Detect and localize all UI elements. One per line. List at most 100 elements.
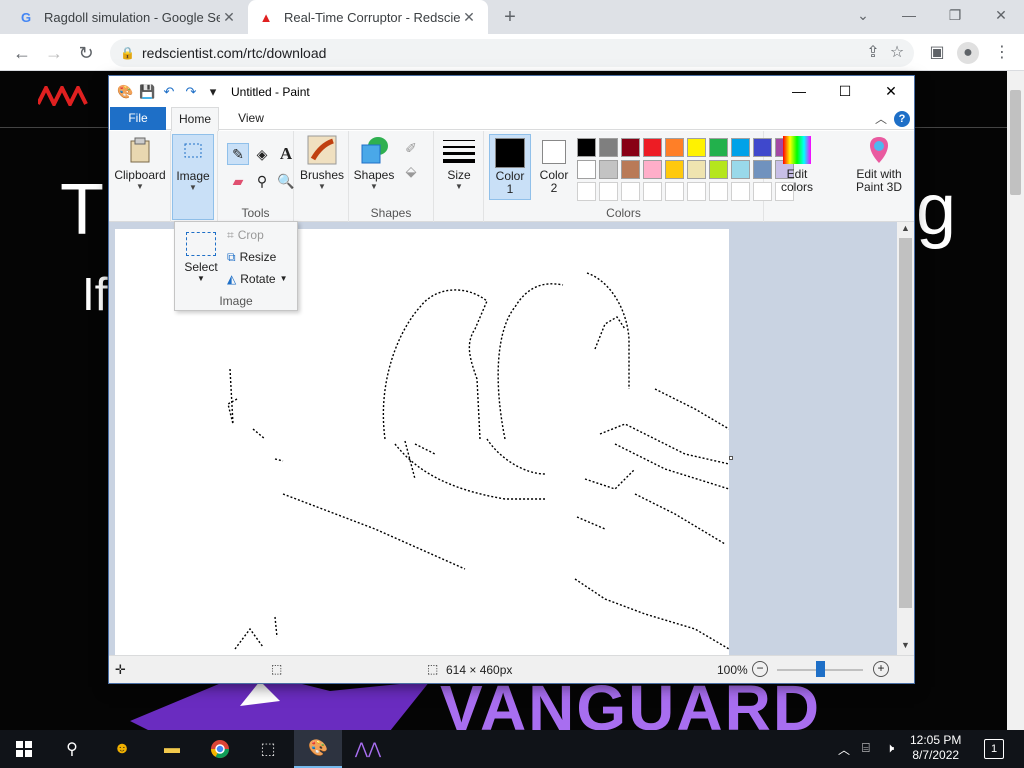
custom-color-swatch[interactable] xyxy=(687,182,706,201)
palette-row1-swatch[interactable] xyxy=(687,138,706,157)
back-button[interactable]: ← xyxy=(10,41,34,65)
color-picker-tool-icon[interactable]: ⚲ xyxy=(251,170,273,192)
size-button[interactable]: Size ▼ xyxy=(438,134,480,191)
brushes-button[interactable]: Brushes ▼ xyxy=(298,134,346,191)
volume-icon[interactable]: 🕨 xyxy=(886,740,894,756)
close-tab-icon[interactable]: ✕ xyxy=(460,9,478,26)
menu-kebab-icon[interactable]: ⋮ xyxy=(991,42,1013,64)
sun-app-icon[interactable]: ☻ xyxy=(98,730,146,768)
palette-row1-swatch[interactable] xyxy=(665,138,684,157)
fill-shape-icon[interactable]: ⬙ xyxy=(400,160,422,182)
custom-color-swatch[interactable] xyxy=(731,182,750,201)
view-tab[interactable]: View xyxy=(229,107,273,130)
custom-color-swatch[interactable] xyxy=(665,182,684,201)
search-icon[interactable]: ⚲ xyxy=(48,730,96,768)
resize-handle[interactable] xyxy=(729,456,733,460)
scroll-up-icon[interactable]: ▲ xyxy=(899,223,912,237)
profile-avatar-icon[interactable]: ● xyxy=(957,42,979,64)
palette-row2-swatch[interactable] xyxy=(709,160,728,179)
select-button[interactable]: Select ▼ xyxy=(183,228,219,284)
address-bar[interactable]: 🔒 redscientist.com/rtc/download xyxy=(110,39,914,67)
chrome-icon[interactable] xyxy=(196,730,244,768)
side-panel-icon[interactable]: ▣ xyxy=(926,42,948,64)
canvas-scrollbar-thumb[interactable] xyxy=(899,238,912,608)
collapse-ribbon-icon[interactable]: ︿ xyxy=(873,110,889,126)
palette-row2-swatch[interactable] xyxy=(687,160,706,179)
paint-minimize-button[interactable]: — xyxy=(776,76,822,107)
home-tab[interactable]: Home xyxy=(171,107,219,131)
new-tab-button[interactable]: + xyxy=(498,5,522,29)
zoom-out-button[interactable]: − xyxy=(752,661,768,677)
paint-maximize-button[interactable]: ☐ xyxy=(822,76,868,107)
restore-button[interactable]: ❐ xyxy=(932,0,978,30)
file-tab[interactable]: File xyxy=(110,107,166,130)
redo-icon[interactable]: ↷ xyxy=(183,84,199,100)
palette-row1-swatch[interactable] xyxy=(731,138,750,157)
redscientist-logo-icon[interactable] xyxy=(36,83,94,109)
tab-google[interactable]: G Ragdoll simulation - Google Sear ✕ xyxy=(8,0,248,34)
crop-button[interactable]: ⌗ Crop xyxy=(227,228,264,243)
color1-button[interactable]: Color 1 xyxy=(489,134,531,200)
save-icon[interactable]: 💾 xyxy=(139,84,155,100)
palette-row2-swatch[interactable] xyxy=(577,160,596,179)
undo-icon[interactable]: ↶ xyxy=(161,84,177,100)
close-window-button[interactable]: ✕ xyxy=(978,0,1024,30)
file-explorer-icon[interactable]: ▬ xyxy=(148,730,196,768)
help-icon[interactable]: ? xyxy=(894,111,910,127)
edit-paint3d-button[interactable]: Edit with Paint 3D xyxy=(844,134,914,194)
image-button[interactable]: Image ▼ xyxy=(172,134,214,220)
outline-icon[interactable]: ✐ xyxy=(400,137,422,159)
zoom-in-button[interactable]: + xyxy=(873,661,889,677)
palette-row2-swatch[interactable] xyxy=(621,160,640,179)
palette-row2-swatch[interactable] xyxy=(643,160,662,179)
shapes-button[interactable]: Shapes ▼ xyxy=(352,134,396,191)
crop-label: Crop xyxy=(237,228,264,242)
minimize-button[interactable]: — xyxy=(886,0,932,30)
palette-row1-swatch[interactable] xyxy=(577,138,596,157)
edit-colors-button[interactable]: Edit colors xyxy=(774,134,820,194)
eraser-tool-icon[interactable]: ▰ xyxy=(227,170,249,192)
redscientist-taskbar-icon[interactable]: ⋀⋀ xyxy=(344,730,392,768)
tab-search-icon[interactable]: ⌄ xyxy=(840,0,886,30)
custom-color-swatch[interactable] xyxy=(577,182,596,201)
custom-color-swatch[interactable] xyxy=(709,182,728,201)
paint-taskbar-icon[interactable]: 🎨 xyxy=(294,730,342,768)
clipboard-button[interactable]: Clipboard ▼ xyxy=(112,134,168,191)
notification-icon[interactable]: 1 xyxy=(984,739,1004,759)
reload-button[interactable]: ↻ xyxy=(74,41,98,65)
palette-row2-swatch[interactable] xyxy=(599,160,618,179)
package-app-icon[interactable]: ⬚ xyxy=(244,730,292,768)
fill-tool-icon[interactable]: ◈ xyxy=(251,143,273,165)
close-tab-icon[interactable]: ✕ xyxy=(220,9,238,26)
zoom-slider-thumb[interactable] xyxy=(816,661,825,677)
clock[interactable]: 12:05 PM 8/7/2022 xyxy=(910,733,961,763)
start-button[interactable] xyxy=(0,730,48,768)
clipboard-label: Clipboard xyxy=(114,168,166,182)
share-icon[interactable]: ⇪ xyxy=(862,42,884,64)
network-icon[interactable]: ⌸ xyxy=(862,740,870,756)
pencil-tool-icon[interactable]: ✎ xyxy=(227,143,249,165)
palette-row1-swatch[interactable] xyxy=(643,138,662,157)
paint-app-icon[interactable]: 🎨 xyxy=(117,84,133,100)
tray-chevron-icon[interactable]: ︿ xyxy=(838,741,850,758)
customize-qa-icon[interactable]: ▾ xyxy=(205,84,221,100)
color2-button[interactable]: Color 2 xyxy=(535,134,573,195)
palette-row1-swatch[interactable] xyxy=(709,138,728,157)
page-scrollbar-thumb[interactable] xyxy=(1010,90,1021,195)
custom-color-swatch[interactable] xyxy=(599,182,618,201)
custom-color-swatch[interactable] xyxy=(643,182,662,201)
resize-button[interactable]: ⧉ Resize xyxy=(227,250,276,265)
paint-close-button[interactable]: ✕ xyxy=(868,76,914,107)
scroll-down-icon[interactable]: ▼ xyxy=(899,640,912,654)
palette-row2-swatch[interactable] xyxy=(665,160,684,179)
palette-row1-swatch[interactable] xyxy=(621,138,640,157)
palette-row1-swatch[interactable] xyxy=(599,138,618,157)
custom-color-swatch[interactable] xyxy=(621,182,640,201)
rotate-button[interactable]: ◭ Rotate ▼ xyxy=(227,272,288,286)
bookmark-star-icon[interactable]: ☆ xyxy=(886,42,908,64)
select-rect-icon xyxy=(177,135,209,167)
tab-redscientist[interactable]: ▲ Real-Time Corruptor - Redscient ✕ xyxy=(248,0,488,34)
forward-button[interactable]: → xyxy=(42,41,66,65)
palette-row2-swatch[interactable] xyxy=(731,160,750,179)
image-group-label: Image xyxy=(219,294,253,308)
